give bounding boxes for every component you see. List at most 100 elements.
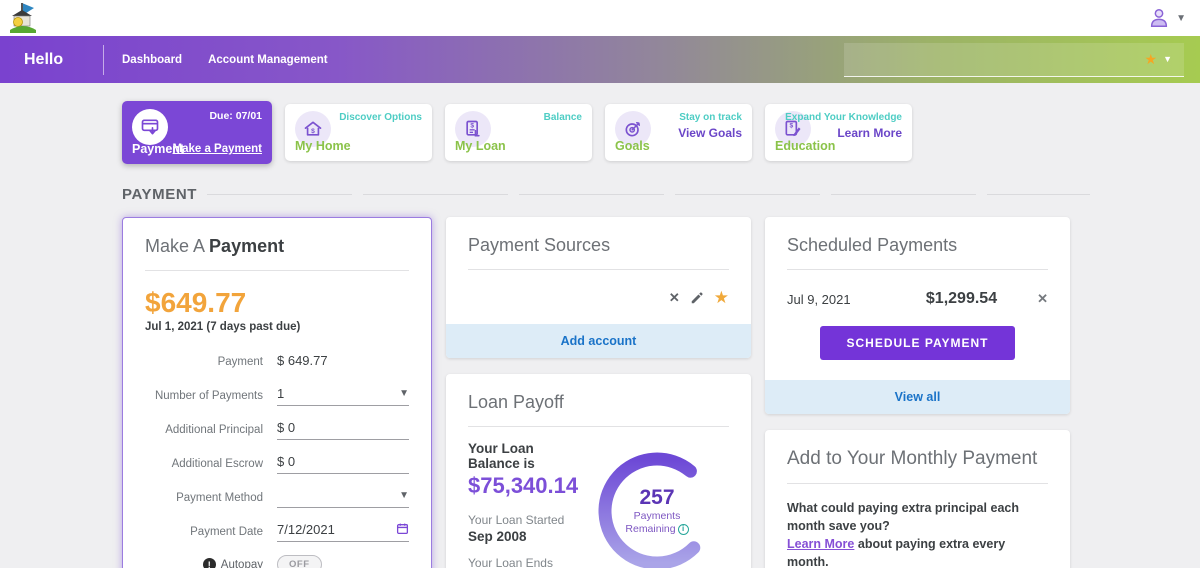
goals-target-icon xyxy=(625,122,640,137)
payments-remaining-label: Payments xyxy=(633,509,681,522)
calendar-icon[interactable] xyxy=(396,522,409,538)
section-divider xyxy=(207,194,1090,195)
favorite-source-icon[interactable]: ★ xyxy=(714,288,729,308)
field-label: Number of Payments xyxy=(154,390,263,402)
additional-principal-input[interactable]: $ 0 xyxy=(277,419,409,440)
dashboard-tabs: Due: 07/01 Payment Make a Payment $ Disc… xyxy=(122,101,1070,164)
view-all-button[interactable]: View all xyxy=(765,380,1070,414)
card-title: Make A Payment xyxy=(145,236,285,256)
svg-text:$: $ xyxy=(789,122,793,129)
divider xyxy=(145,270,409,271)
nav-link-dashboard[interactable]: Dashboard xyxy=(122,54,182,66)
learn-more-link[interactable]: Learn More xyxy=(787,537,854,551)
tab-my-home[interactable]: $ Discover Options My Home xyxy=(285,104,432,161)
loan-ends-label: Your Loan Ends xyxy=(468,556,553,568)
tab-my-loan-tag[interactable]: Balance xyxy=(544,112,582,123)
loan-balance-value: $75,340.14 xyxy=(468,473,579,498)
star-icon: ★ xyxy=(1144,51,1158,67)
card-title: Loan Payoff xyxy=(468,392,564,412)
loan-statement-icon: $ xyxy=(466,120,480,137)
view-goals-link[interactable]: View Goals xyxy=(678,126,742,140)
scheduled-payment-row: Jul 9, 2021 $1,299.54 ✕ xyxy=(787,290,1048,308)
field-label: Payment Method xyxy=(176,492,263,504)
delete-source-icon[interactable]: ✕ xyxy=(669,290,680,306)
divider xyxy=(787,483,1048,484)
learn-more-link[interactable]: Learn More xyxy=(837,126,902,140)
add-account-button[interactable]: Add account xyxy=(446,324,751,358)
loan-summary: Your Loan Balance is $75,340.14 Your Loa… xyxy=(468,441,587,568)
svg-text:$: $ xyxy=(470,122,474,129)
form-row-payment: Payment $ 649.77 xyxy=(145,351,409,372)
payment-icon xyxy=(141,119,159,135)
payments-remaining-donut: 257 Payments Remaining i xyxy=(587,441,727,568)
tab-goals[interactable]: Stay on track View Goals Goals xyxy=(605,104,752,161)
payment-method-select[interactable]: ▼ xyxy=(277,487,409,508)
brand-logo-icon xyxy=(10,3,36,33)
page-content: Due: 07/01 Payment Make a Payment $ Disc… xyxy=(0,83,1200,568)
payment-form: Payment $ 649.77 Number of Payments 1 ▼ A… xyxy=(145,351,409,568)
payment-amount-value: $ 649.77 xyxy=(277,352,328,368)
svg-text:$: $ xyxy=(311,128,315,135)
form-row-payment-method: Payment Method ▼ xyxy=(145,487,409,508)
scheduled-payments-card: Scheduled Payments Jul 9, 2021 $1,299.54… xyxy=(765,217,1070,414)
payments-remaining-count: 257 xyxy=(639,485,675,509)
make-a-payment-card: Make A Payment $649.77 Jul 1, 2021 (7 da… xyxy=(122,217,432,568)
divider xyxy=(468,269,729,270)
card-title: Payment Sources xyxy=(468,235,611,255)
top-bar: ▼ xyxy=(0,0,1200,36)
additional-escrow-input[interactable]: $ 0 xyxy=(277,453,409,474)
form-row-number-of-payments: Number of Payments 1 ▼ xyxy=(145,385,409,406)
divider xyxy=(787,269,1048,270)
alert-info-icon: ! xyxy=(202,558,216,568)
chevron-down-icon: ▼ xyxy=(1163,54,1172,64)
home-icon: $ xyxy=(304,121,322,136)
field-label: Additional Escrow xyxy=(171,458,263,470)
main-navbar: Hello Dashboard Account Management ★ ▼ xyxy=(0,36,1200,83)
edit-source-icon[interactable] xyxy=(690,291,704,305)
form-row-additional-escrow: Additional Escrow $ 0 xyxy=(145,453,409,474)
amount-due: $649.77 xyxy=(145,287,247,318)
payment-date-input[interactable]: 7/12/2021 xyxy=(277,521,409,542)
payment-source-actions: ✕ ★ xyxy=(468,288,729,308)
tab-education-tag: Expand Your Knowledge xyxy=(785,112,902,123)
autopay-row: ! Autopay OFF xyxy=(145,555,409,568)
user-icon xyxy=(1151,9,1168,27)
scheduled-date: Jul 9, 2021 xyxy=(787,291,851,307)
card-title: Scheduled Payments xyxy=(787,235,958,255)
due-badge: Due: 07/01 xyxy=(209,110,262,122)
rewards-selector[interactable]: ★ ▼ xyxy=(844,42,1184,77)
brand-logo[interactable] xyxy=(8,2,38,34)
scheduled-amount: $1,299.54 xyxy=(925,290,998,307)
autopay-toggle[interactable]: OFF xyxy=(277,555,322,568)
form-row-payment-date: Payment Date 7/12/2021 xyxy=(145,521,409,542)
tab-my-home-tag[interactable]: Discover Options xyxy=(339,112,422,123)
nav-divider xyxy=(103,44,104,75)
nav-link-account-management[interactable]: Account Management xyxy=(208,54,328,66)
chevron-down-icon: ▼ xyxy=(399,388,409,399)
tab-payment[interactable]: Due: 07/01 Payment Make a Payment xyxy=(122,101,272,164)
tab-my-loan-label: My Loan xyxy=(455,139,506,153)
payment-sources-card: Payment Sources ✕ ★ Add account xyxy=(446,217,751,358)
tab-my-home-label: My Home xyxy=(295,139,351,153)
user-menu[interactable]: ▼ xyxy=(1148,7,1186,29)
chevron-down-icon: ▼ xyxy=(1176,12,1186,24)
tab-goals-label: Goals xyxy=(615,139,650,153)
due-date-note: Jul 1, 2021 (7 days past due) xyxy=(145,321,301,333)
field-label: Payment Date xyxy=(190,526,263,538)
field-label: Payment xyxy=(217,356,263,368)
schedule-payment-button[interactable]: SCHEDULE PAYMENT xyxy=(820,326,1015,360)
tab-education-label: Education xyxy=(775,139,836,153)
loan-started-value: Sep 2008 xyxy=(468,529,527,544)
greeting-title: Hello xyxy=(24,50,64,68)
tab-education[interactable]: $ Expand Your Knowledge Learn More Educa… xyxy=(765,104,912,161)
autopay-label: Autopay xyxy=(220,558,263,568)
cancel-scheduled-icon[interactable]: ✕ xyxy=(1037,291,1048,307)
tab-my-loan[interactable]: $ Balance My Loan xyxy=(445,104,592,161)
info-icon[interactable]: i xyxy=(677,523,689,535)
number-of-payments-select[interactable]: 1 ▼ xyxy=(277,385,409,406)
make-a-payment-link[interactable]: Make a Payment xyxy=(173,143,263,155)
balance-label: Your Loan Balance is xyxy=(468,441,535,471)
payment-section-header: PAYMENT xyxy=(122,186,1090,203)
card-title: Add to Your Monthly Payment xyxy=(787,448,1038,469)
tab-goals-tag: Stay on track xyxy=(679,112,742,123)
